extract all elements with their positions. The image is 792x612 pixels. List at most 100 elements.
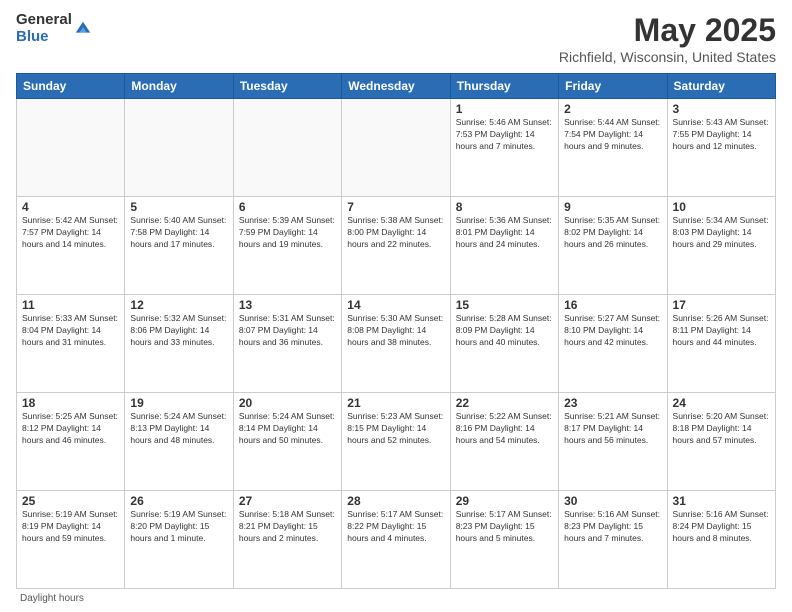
day-header-thursday: Thursday (450, 74, 558, 99)
logo: General Blue (16, 12, 92, 45)
day-number: 4 (22, 200, 119, 214)
day-number: 21 (347, 396, 444, 410)
day-info: Sunrise: 5:17 AM Sunset: 8:23 PM Dayligh… (456, 509, 553, 545)
calendar-cell: 19Sunrise: 5:24 AM Sunset: 8:13 PM Dayli… (125, 393, 233, 491)
day-info: Sunrise: 5:21 AM Sunset: 8:17 PM Dayligh… (564, 411, 661, 447)
calendar-cell: 22Sunrise: 5:22 AM Sunset: 8:16 PM Dayli… (450, 393, 558, 491)
week-row-0: 1Sunrise: 5:46 AM Sunset: 7:53 PM Daylig… (17, 99, 776, 197)
day-number: 12 (130, 298, 227, 312)
calendar-cell: 24Sunrise: 5:20 AM Sunset: 8:18 PM Dayli… (667, 393, 775, 491)
day-info: Sunrise: 5:27 AM Sunset: 8:10 PM Dayligh… (564, 313, 661, 349)
day-number: 23 (564, 396, 661, 410)
day-info: Sunrise: 5:17 AM Sunset: 8:22 PM Dayligh… (347, 509, 444, 545)
calendar-cell: 16Sunrise: 5:27 AM Sunset: 8:10 PM Dayli… (559, 295, 667, 393)
location: Richfield, Wisconsin, United States (559, 49, 776, 65)
day-info: Sunrise: 5:25 AM Sunset: 8:12 PM Dayligh… (22, 411, 119, 447)
calendar-cell: 2Sunrise: 5:44 AM Sunset: 7:54 PM Daylig… (559, 99, 667, 197)
day-number: 8 (456, 200, 553, 214)
day-number: 13 (239, 298, 336, 312)
calendar-cell: 4Sunrise: 5:42 AM Sunset: 7:57 PM Daylig… (17, 197, 125, 295)
day-info: Sunrise: 5:42 AM Sunset: 7:57 PM Dayligh… (22, 215, 119, 251)
calendar-cell: 27Sunrise: 5:18 AM Sunset: 8:21 PM Dayli… (233, 491, 341, 589)
month-title: May 2025 (559, 12, 776, 49)
calendar-cell: 9Sunrise: 5:35 AM Sunset: 8:02 PM Daylig… (559, 197, 667, 295)
day-info: Sunrise: 5:40 AM Sunset: 7:58 PM Dayligh… (130, 215, 227, 251)
day-info: Sunrise: 5:16 AM Sunset: 8:24 PM Dayligh… (673, 509, 770, 545)
day-number: 25 (22, 494, 119, 508)
day-info: Sunrise: 5:46 AM Sunset: 7:53 PM Dayligh… (456, 117, 553, 153)
day-number: 19 (130, 396, 227, 410)
day-info: Sunrise: 5:34 AM Sunset: 8:03 PM Dayligh… (673, 215, 770, 251)
week-row-3: 18Sunrise: 5:25 AM Sunset: 8:12 PM Dayli… (17, 393, 776, 491)
calendar-cell: 3Sunrise: 5:43 AM Sunset: 7:55 PM Daylig… (667, 99, 775, 197)
calendar-cell: 21Sunrise: 5:23 AM Sunset: 8:15 PM Dayli… (342, 393, 450, 491)
day-info: Sunrise: 5:19 AM Sunset: 8:19 PM Dayligh… (22, 509, 119, 545)
day-info: Sunrise: 5:33 AM Sunset: 8:04 PM Dayligh… (22, 313, 119, 349)
daylight-label: Daylight hours (20, 593, 84, 604)
calendar-cell: 17Sunrise: 5:26 AM Sunset: 8:11 PM Dayli… (667, 295, 775, 393)
day-number: 6 (239, 200, 336, 214)
day-number: 22 (456, 396, 553, 410)
day-info: Sunrise: 5:26 AM Sunset: 8:11 PM Dayligh… (673, 313, 770, 349)
calendar-cell (233, 99, 341, 197)
logo-icon (74, 20, 92, 38)
day-info: Sunrise: 5:20 AM Sunset: 8:18 PM Dayligh… (673, 411, 770, 447)
day-info: Sunrise: 5:19 AM Sunset: 8:20 PM Dayligh… (130, 509, 227, 545)
day-info: Sunrise: 5:31 AM Sunset: 8:07 PM Dayligh… (239, 313, 336, 349)
calendar-cell: 5Sunrise: 5:40 AM Sunset: 7:58 PM Daylig… (125, 197, 233, 295)
calendar-cell: 10Sunrise: 5:34 AM Sunset: 8:03 PM Dayli… (667, 197, 775, 295)
day-info: Sunrise: 5:23 AM Sunset: 8:15 PM Dayligh… (347, 411, 444, 447)
day-number: 14 (347, 298, 444, 312)
calendar-table: SundayMondayTuesdayWednesdayThursdayFrid… (16, 73, 776, 589)
logo-blue-text: Blue (16, 29, 72, 46)
logo-general-text: General (16, 12, 72, 29)
week-row-1: 4Sunrise: 5:42 AM Sunset: 7:57 PM Daylig… (17, 197, 776, 295)
day-number: 1 (456, 102, 553, 116)
day-number: 10 (673, 200, 770, 214)
day-header-tuesday: Tuesday (233, 74, 341, 99)
day-info: Sunrise: 5:44 AM Sunset: 7:54 PM Dayligh… (564, 117, 661, 153)
day-info: Sunrise: 5:16 AM Sunset: 8:23 PM Dayligh… (564, 509, 661, 545)
page: General Blue May 2025 Richfield, Wiscons… (0, 0, 792, 612)
day-header-monday: Monday (125, 74, 233, 99)
calendar-cell (17, 99, 125, 197)
title-block: May 2025 Richfield, Wisconsin, United St… (559, 12, 776, 65)
day-info: Sunrise: 5:43 AM Sunset: 7:55 PM Dayligh… (673, 117, 770, 153)
day-info: Sunrise: 5:32 AM Sunset: 8:06 PM Dayligh… (130, 313, 227, 349)
calendar-cell: 28Sunrise: 5:17 AM Sunset: 8:22 PM Dayli… (342, 491, 450, 589)
day-number: 11 (22, 298, 119, 312)
day-number: 27 (239, 494, 336, 508)
day-number: 20 (239, 396, 336, 410)
day-number: 9 (564, 200, 661, 214)
day-info: Sunrise: 5:24 AM Sunset: 8:14 PM Dayligh… (239, 411, 336, 447)
day-number: 31 (673, 494, 770, 508)
calendar-cell (342, 99, 450, 197)
day-info: Sunrise: 5:36 AM Sunset: 8:01 PM Dayligh… (456, 215, 553, 251)
day-number: 5 (130, 200, 227, 214)
day-header-friday: Friday (559, 74, 667, 99)
calendar-cell: 29Sunrise: 5:17 AM Sunset: 8:23 PM Dayli… (450, 491, 558, 589)
day-number: 30 (564, 494, 661, 508)
day-number: 3 (673, 102, 770, 116)
calendar-cell: 6Sunrise: 5:39 AM Sunset: 7:59 PM Daylig… (233, 197, 341, 295)
calendar-cell: 23Sunrise: 5:21 AM Sunset: 8:17 PM Dayli… (559, 393, 667, 491)
calendar-cell: 12Sunrise: 5:32 AM Sunset: 8:06 PM Dayli… (125, 295, 233, 393)
calendar-cell: 18Sunrise: 5:25 AM Sunset: 8:12 PM Dayli… (17, 393, 125, 491)
week-row-4: 25Sunrise: 5:19 AM Sunset: 8:19 PM Dayli… (17, 491, 776, 589)
day-number: 7 (347, 200, 444, 214)
footer: Daylight hours (16, 593, 776, 604)
day-info: Sunrise: 5:35 AM Sunset: 8:02 PM Dayligh… (564, 215, 661, 251)
day-info: Sunrise: 5:18 AM Sunset: 8:21 PM Dayligh… (239, 509, 336, 545)
calendar-cell: 13Sunrise: 5:31 AM Sunset: 8:07 PM Dayli… (233, 295, 341, 393)
calendar-cell: 31Sunrise: 5:16 AM Sunset: 8:24 PM Dayli… (667, 491, 775, 589)
day-number: 29 (456, 494, 553, 508)
day-number: 18 (22, 396, 119, 410)
day-header-sunday: Sunday (17, 74, 125, 99)
header: General Blue May 2025 Richfield, Wiscons… (16, 12, 776, 65)
calendar-cell: 8Sunrise: 5:36 AM Sunset: 8:01 PM Daylig… (450, 197, 558, 295)
calendar-cell: 30Sunrise: 5:16 AM Sunset: 8:23 PM Dayli… (559, 491, 667, 589)
calendar-cell: 15Sunrise: 5:28 AM Sunset: 8:09 PM Dayli… (450, 295, 558, 393)
day-header-saturday: Saturday (667, 74, 775, 99)
day-info: Sunrise: 5:39 AM Sunset: 7:59 PM Dayligh… (239, 215, 336, 251)
day-info: Sunrise: 5:22 AM Sunset: 8:16 PM Dayligh… (456, 411, 553, 447)
